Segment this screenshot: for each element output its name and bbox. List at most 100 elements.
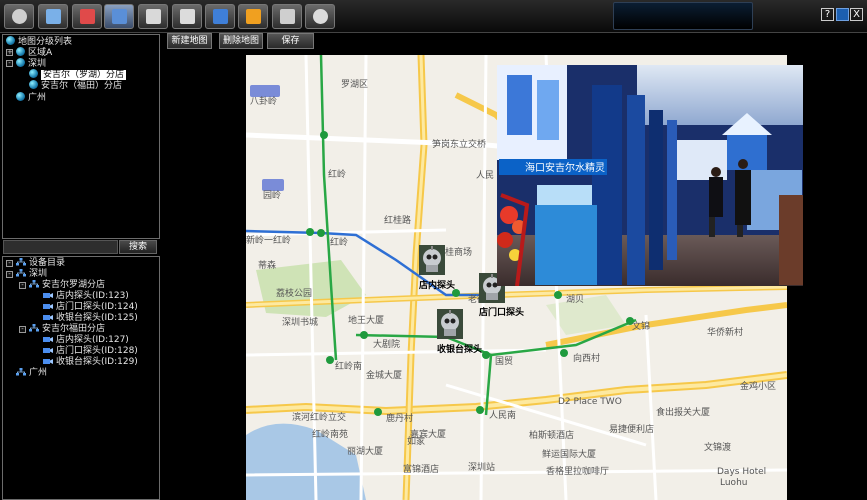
map-place-label: 湖贝 <box>566 295 585 305</box>
device-tree-item-label: 店内探头(ID:127) <box>56 335 129 345</box>
save-button[interactable]: 保存 <box>267 33 314 49</box>
map-place-label: 丽湖大厦 <box>347 447 384 457</box>
device-tree-item-label: 深圳 <box>29 269 48 279</box>
toolbar-button-3[interactable] <box>72 4 102 29</box>
network-icon <box>16 269 26 277</box>
toolbar-button-5[interactable] <box>138 4 168 29</box>
map-place-label: 红岭 <box>328 170 347 180</box>
device-tree-group-item[interactable]: 安吉尔罗湖分店 <box>29 280 105 291</box>
device-tree-group-item[interactable]: 安吉尔福田分店 <box>29 324 105 335</box>
map-tree-item-label: 安吉尔（罗湖）分店 <box>41 70 127 80</box>
toolbar-button-2[interactable] <box>38 4 68 29</box>
map-tree-item-luohu-store[interactable]: 安吉尔（罗湖）分店 <box>29 69 127 80</box>
globe-icon <box>16 47 25 56</box>
tool-power-icon <box>313 9 328 24</box>
toolbar-button-8[interactable] <box>238 4 268 29</box>
map-place-label: 新岭一红岭 <box>246 236 292 246</box>
tool-disc-icon <box>12 9 27 24</box>
toolbar-button-10[interactable] <box>305 4 335 29</box>
map-place-label: 八卦岭 <box>250 97 278 107</box>
camera-icon <box>43 337 53 342</box>
search-button[interactable]: 搜索 <box>119 240 157 254</box>
network-icon <box>16 368 26 376</box>
map-place-label: 国贸 <box>495 357 514 367</box>
device-tree-item-label: 店门口探头(ID:124) <box>56 302 138 312</box>
device-tree-title: 设备目录 <box>29 258 66 268</box>
map-tree-item-label: 安吉尔（福田）分店 <box>41 81 123 91</box>
toolbar-button-7[interactable] <box>205 4 235 29</box>
device-tree-camera-item[interactable]: 店门口探头(ID:124) <box>43 302 138 313</box>
device-tree-group-item[interactable]: 广州 <box>16 368 47 379</box>
map-place-label: 大剧院 <box>373 340 401 350</box>
device-tree-camera-item[interactable]: 收银台探头(ID:129) <box>43 357 138 368</box>
search-input[interactable] <box>3 240 118 254</box>
toolbar-button-4[interactable] <box>104 4 134 29</box>
device-tree-group-item[interactable]: 深圳 <box>16 269 47 280</box>
map-place-label: 罗湖区 <box>341 80 369 90</box>
map-place-label: 富锦酒店 <box>403 465 440 475</box>
collapse-shenzhen-icon[interactable]: - <box>6 60 13 67</box>
camera-robot-icon[interactable] <box>437 309 463 339</box>
tool-document-icon <box>46 9 61 24</box>
help-button-label: ? <box>824 9 831 20</box>
globe-icon <box>16 92 25 101</box>
globe-icon <box>29 80 38 89</box>
toolbar-button-1[interactable] <box>4 4 34 29</box>
camera-icon <box>43 293 53 298</box>
map-tree-item-label: 区域A <box>28 48 53 58</box>
map-place-label: D2 Place TWO <box>558 397 622 407</box>
shop-sign: 海口安吉尔水精灵 <box>525 161 605 174</box>
device-tree-item-label: 安吉尔福田分店 <box>42 324 106 334</box>
minimize-button[interactable] <box>836 8 849 21</box>
map-tree-item-guangzhou[interactable]: 广州 <box>16 92 46 103</box>
camera-snapshot[interactable]: 海口安吉尔水精灵 <box>497 65 803 286</box>
network-icon <box>29 280 39 288</box>
map-place-label: 鲜运国际大厦 <box>542 450 597 460</box>
device-tree-camera-item[interactable]: 收银台探头(ID:125) <box>43 313 138 324</box>
camera-icon <box>43 315 53 320</box>
map-place-label: 鹿丹村 <box>386 414 414 424</box>
map-tree-root[interactable]: 地图分级列表 <box>6 36 72 47</box>
close-button[interactable]: X <box>850 8 863 21</box>
camera-icon <box>43 359 53 364</box>
map-place-label: 深圳书城 <box>282 318 319 328</box>
map-place-label: 滨河红岭立交 <box>292 413 347 423</box>
delete-map-button[interactable]: 删除地图 <box>219 33 263 49</box>
device-tree-item-label: 收银台探头(ID:129) <box>56 357 138 367</box>
device-label-cashier[interactable]: 收银台探头 <box>437 342 482 355</box>
new-map-button[interactable]: 新建地图 <box>167 33 212 49</box>
device-tree-camera-item[interactable]: 店内探头(ID:123) <box>43 291 129 302</box>
map-place-label: 易捷便利店 <box>609 425 655 435</box>
map-tree-panel: 地图分级列表 + 区域A - 深圳 安吉尔（罗湖）分店 安吉尔（福田）分店 广州 <box>2 34 160 239</box>
toolbar-button-6[interactable] <box>172 4 202 29</box>
device-tree-panel: - 设备目录 - 深圳 - 安吉尔罗湖分店 店内探头(ID:123) 店门口探头(ID:1… <box>2 256 160 500</box>
collapse-node-icon[interactable]: - <box>6 271 13 278</box>
device-tree-item-label: 广州 <box>29 368 48 378</box>
collapse-node-icon[interactable]: - <box>19 282 26 289</box>
store-interior-image: 海口安吉尔水精灵 <box>497 65 803 286</box>
device-tree-item-label: 店内探头(ID:123) <box>56 291 129 301</box>
map-place-label: 人民南 <box>489 411 517 421</box>
map-place-label: 华侨新村 <box>707 328 744 338</box>
device-tree-camera-item[interactable]: 店门口探头(ID:128) <box>43 346 138 357</box>
device-tree-root[interactable]: 设备目录 <box>16 258 65 269</box>
collapse-node-icon[interactable]: - <box>19 326 26 333</box>
map-tree-item-region-a[interactable]: 区域A <box>16 47 52 58</box>
map-place-label: 红桂路 <box>384 216 412 226</box>
camera-robot-icon[interactable] <box>419 245 445 275</box>
toolbar-button-9[interactable] <box>272 4 302 29</box>
map-place-label: 红岭 <box>330 238 349 248</box>
help-button[interactable]: ? <box>821 8 834 21</box>
device-tree-camera-item[interactable]: 店内探头(ID:127) <box>43 335 129 346</box>
toolbar-display-slot <box>613 2 753 30</box>
expand-region-a-icon[interactable]: + <box>6 49 13 56</box>
map-place-label: 蒂森 <box>258 261 277 271</box>
tool-layers-icon <box>280 9 295 24</box>
map-place-label: 地王大厦 <box>348 316 385 326</box>
device-label-shop-door[interactable]: 店门口探头 <box>479 305 524 318</box>
device-label-shop-inside[interactable]: 店内探头 <box>419 278 455 291</box>
map-tree-item-shenzhen[interactable]: 深圳 <box>16 58 46 69</box>
map-tree-item-futian-store[interactable]: 安吉尔（福田）分店 <box>29 80 122 91</box>
collapse-device-root-icon[interactable]: - <box>6 260 13 267</box>
tool-notes-icon <box>246 9 261 24</box>
